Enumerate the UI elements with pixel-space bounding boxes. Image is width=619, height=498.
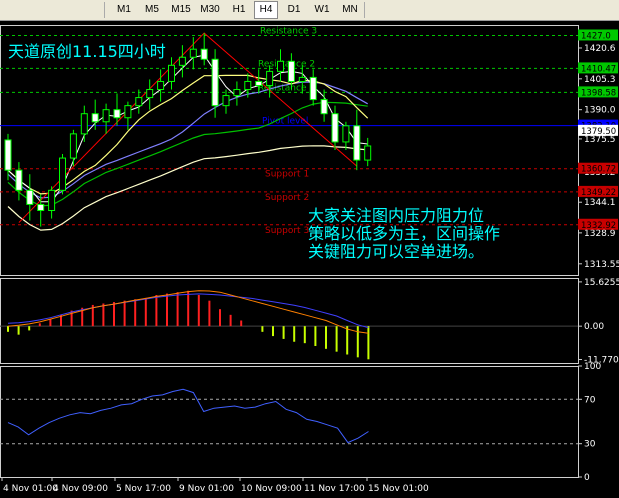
- chart-title-annotation: 天道原创11.15四小时: [8, 42, 166, 61]
- macd-axis-label: 0.00: [584, 322, 604, 332]
- timeframe-button-h4[interactable]: H4: [254, 1, 278, 19]
- candle-body: [15, 169, 23, 191]
- candle-body: [146, 89, 154, 99]
- timeframe-toolbar: M1 M5 M15 M30 H1 H4 D1 W1 MN: [0, 0, 619, 21]
- rsi-panel-border: [0, 366, 579, 478]
- rsi-axis-label: 0: [584, 473, 590, 483]
- level-label: Support 1: [265, 170, 309, 180]
- candle-body: [69, 133, 77, 159]
- price-label-text: 1332.92: [581, 221, 616, 231]
- timeframe-button-h1[interactable]: H1: [228, 2, 250, 18]
- x-axis-label: 4 Nov 01:00: [3, 484, 58, 494]
- price-label-text: 1360.72: [581, 165, 616, 175]
- level-label: Support 3: [265, 226, 309, 236]
- candle-body: [80, 113, 88, 135]
- candle-body: [135, 97, 143, 107]
- level-label: Resistance 2: [258, 59, 315, 69]
- candle-body: [233, 89, 241, 97]
- candle-body: [48, 189, 56, 211]
- candle-body: [244, 80, 252, 91]
- toolbar-separator: [104, 2, 105, 18]
- timeframe-button-m15[interactable]: M15: [168, 2, 194, 18]
- candle-body: [113, 109, 121, 119]
- price-axis-label: 1420.6: [584, 44, 616, 54]
- x-axis-label: 4 Nov 09:00: [53, 484, 108, 494]
- rsi-axis-label: 100: [584, 362, 601, 372]
- price-axis-label: 1405.3: [584, 75, 616, 85]
- candle-body: [59, 157, 66, 191]
- macd-axis-label: 15.6255: [584, 278, 619, 288]
- candle-body: [342, 125, 350, 143]
- level-label: Support 2: [265, 193, 309, 203]
- candle-body: [266, 70, 274, 86]
- level-label: Resistance 3: [260, 26, 317, 36]
- candle-body: [102, 109, 110, 123]
- timeframe-button-w1[interactable]: W1: [310, 2, 334, 18]
- price-label-text: 1349.22: [581, 188, 616, 198]
- candle-body: [331, 113, 339, 143]
- price-label-text: 1427.0: [581, 31, 611, 41]
- strategy-note-line: 关键阻力可以空单进场。: [308, 242, 484, 261]
- candle-body: [287, 60, 295, 82]
- toolbar-separator: [364, 2, 365, 18]
- candle-body: [320, 99, 328, 115]
- candle-body: [26, 189, 34, 205]
- x-axis-label: 15 Nov 01:00: [368, 484, 429, 494]
- candle-body: [353, 125, 361, 161]
- x-axis-label: 5 Nov 17:00: [116, 484, 171, 494]
- candle-body: [37, 203, 45, 211]
- price-axis-label: 1390.0: [584, 106, 616, 116]
- candle-body: [364, 145, 372, 161]
- candle-body: [168, 64, 175, 82]
- candle-body: [277, 60, 284, 72]
- candle-body: [4, 139, 12, 171]
- price-axis-label: 1344.1: [584, 198, 616, 208]
- timeframe-button-m1[interactable]: M1: [112, 2, 136, 18]
- rsi-axis-label: 70: [584, 395, 596, 405]
- candle-body: [157, 80, 165, 91]
- price-label-text: 1410.47: [581, 64, 616, 74]
- candle-body: [124, 105, 132, 119]
- x-axis-label: 10 Nov 09:00: [241, 484, 302, 494]
- macd-panel-border: [0, 278, 579, 364]
- x-axis-label: 9 Nov 01:00: [179, 484, 234, 494]
- timeframe-button-m5[interactable]: M5: [140, 2, 164, 18]
- timeframe-button-m30[interactable]: M30: [196, 2, 224, 18]
- candle-body: [211, 58, 219, 107]
- price-label-text: 1379.50: [581, 127, 616, 137]
- chart-area: 1420.61405.31390.01375.51359.21344.11328…: [0, 25, 619, 494]
- candle-body: [200, 48, 208, 60]
- candle-body: [298, 76, 306, 82]
- candle-body: [178, 56, 186, 66]
- timeframe-button-d1[interactable]: D1: [282, 2, 306, 18]
- price-label-text: 1398.58: [581, 88, 616, 98]
- strategy-note-line: 策略以低多为主，区间操作: [308, 224, 500, 243]
- candle-body: [91, 113, 99, 123]
- candle-body: [222, 95, 230, 107]
- timeframe-button-mn[interactable]: MN: [338, 2, 362, 18]
- candle-body: [189, 48, 197, 58]
- price-axis-label: 1313.55: [584, 260, 619, 270]
- candle-body: [309, 76, 317, 101]
- x-axis-label: 11 Nov 17:00: [304, 484, 365, 494]
- rsi-line: [7, 388, 369, 444]
- candle-body: [255, 80, 263, 86]
- strategy-note-line: 大家关注图内压力阻力位: [308, 206, 484, 225]
- rsi-axis-label: 30: [584, 440, 596, 450]
